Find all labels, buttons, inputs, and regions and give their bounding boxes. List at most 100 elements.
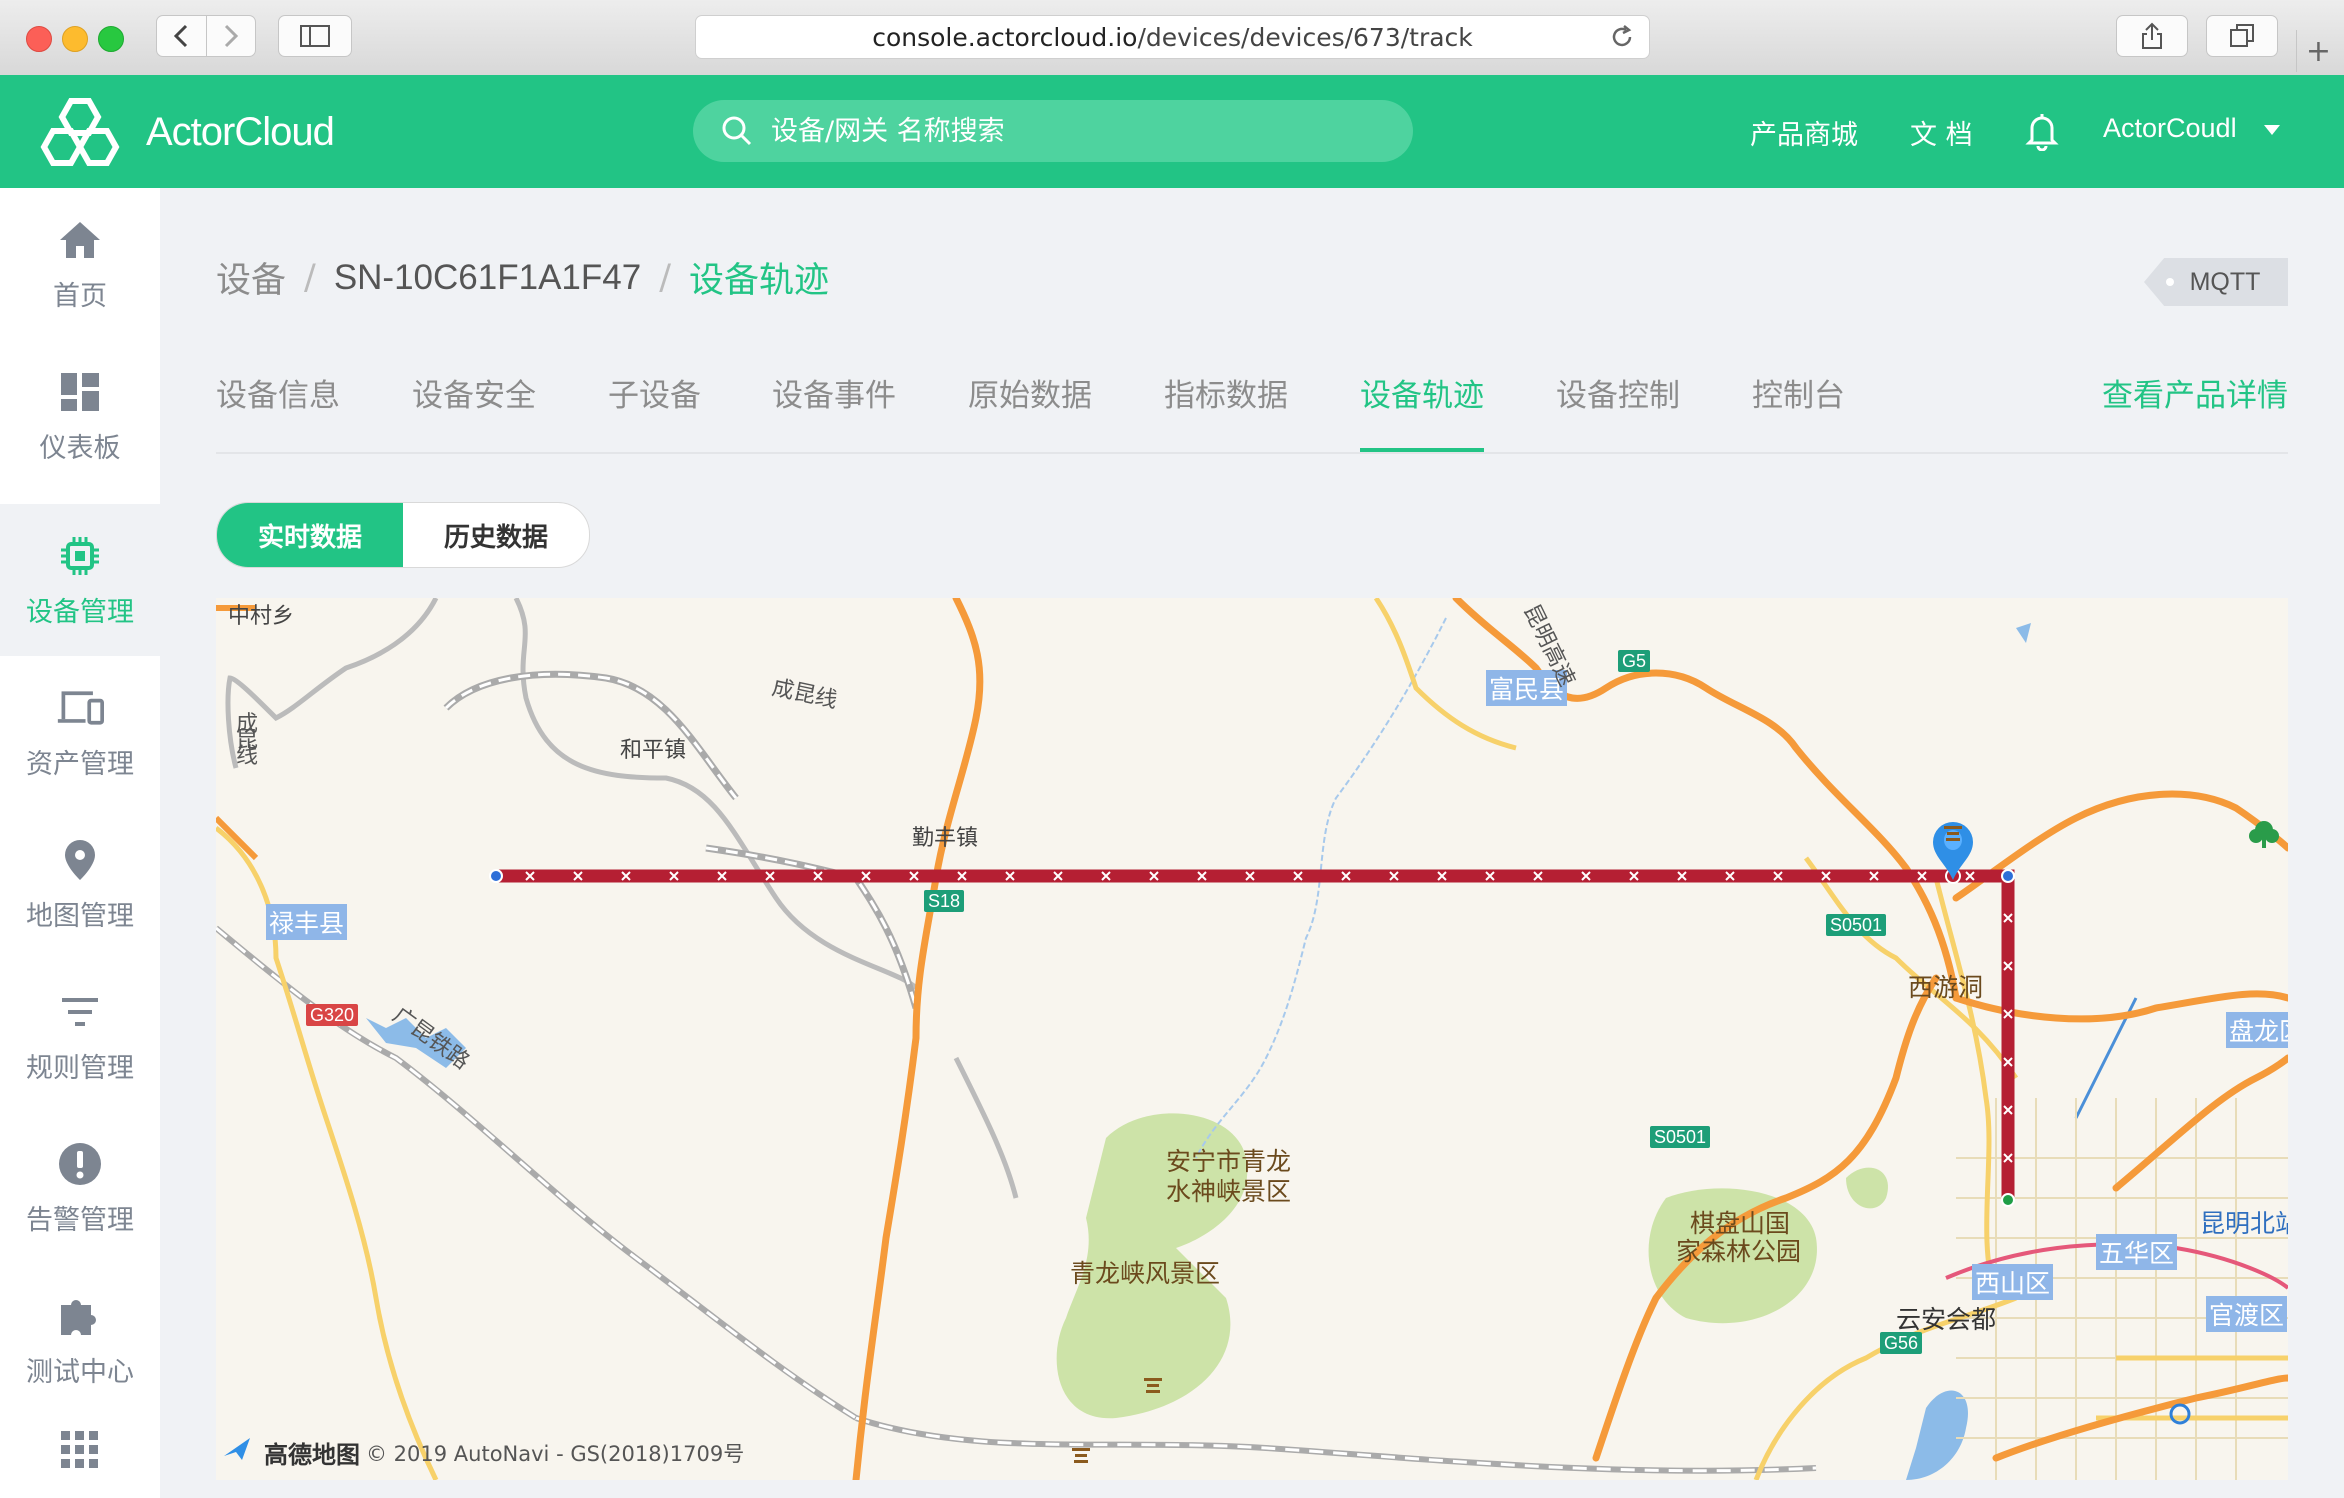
alert-icon — [59, 1142, 101, 1185]
forward-button[interactable] — [207, 16, 256, 56]
breadcrumb-current: 设备轨迹 — [689, 261, 830, 301]
map-label: 云安会都 — [1896, 1305, 1997, 1334]
tab-device-events[interactable]: 设备事件 — [772, 370, 896, 452]
share-icon — [2142, 22, 2162, 49]
chevron-right-icon — [224, 24, 238, 48]
sidebar: 首页 仪表板 设备管理 资产管理 地图管理 规则管理 告警管理 测试中心 — [0, 188, 160, 1498]
lake — [1906, 1390, 1968, 1480]
url-host: console.actorcloud.io — [872, 22, 1138, 52]
secondary-road — [216, 598, 2288, 1480]
reload-icon[interactable] — [1609, 24, 1635, 50]
sidebar-icon — [300, 25, 330, 47]
track-map[interactable]: 中村乡 和平镇 勤丰镇 富民县 禄丰县 西游洞 安宁市青龙 水神峡景区 青龙峡风… — [216, 598, 2288, 1480]
sidebar-item-more[interactable] — [0, 1416, 160, 1486]
map-label: 中村乡 — [228, 604, 295, 629]
share-button[interactable] — [2116, 15, 2188, 57]
search-input[interactable] — [769, 114, 1373, 148]
bell-icon[interactable] — [2024, 111, 2060, 151]
tab-metric-data[interactable]: 指标数据 — [1164, 370, 1288, 452]
tab-device-control[interactable]: 设备控制 — [1556, 370, 1680, 452]
sidebar-item-label: 资产管理 — [26, 748, 134, 780]
devices-icon — [57, 690, 104, 725]
sidebar-item-test-center[interactable]: 测试中心 — [0, 1264, 160, 1416]
logo[interactable]: ActorCloud — [38, 97, 335, 167]
tab-raw-data[interactable]: 原始数据 — [968, 370, 1092, 452]
address-bar[interactable]: console.actorcloud.io/devices/devices/67… — [695, 15, 1650, 59]
road-shield: S0501 — [1826, 914, 1887, 936]
home-icon — [60, 221, 100, 258]
chip-icon — [61, 536, 99, 575]
breadcrumb: 设备 / SN-10C61F1A1F47 / 设备轨迹 — [216, 252, 829, 303]
tab-device-security[interactable]: 设备安全 — [412, 370, 536, 452]
road-shield: S0501 — [1650, 1126, 1711, 1148]
product-store-link[interactable]: 产品商城 — [1750, 113, 1858, 152]
sidebar-item-device-management[interactable]: 设备管理 — [0, 504, 160, 656]
sidebar-item-label: 仪表板 — [39, 432, 121, 464]
chevron-left-icon — [174, 24, 188, 48]
breadcrumb-device-sn[interactable]: SN-10C61F1A1F47 — [334, 258, 641, 298]
track-corner-point[interactable] — [2001, 869, 2015, 883]
sidebar-item-map-management[interactable]: 地图管理 — [0, 808, 160, 960]
map-label: 禄丰县 — [266, 904, 348, 940]
protocol-label: MQTT — [2189, 267, 2261, 296]
track-end-point[interactable] — [2001, 1193, 2015, 1207]
map-label: 五华区 — [2096, 1234, 2178, 1270]
close-window-button[interactable] — [26, 26, 52, 52]
dashboard-icon — [61, 372, 99, 411]
history-data-option[interactable]: 历史数据 — [403, 503, 589, 567]
sidebar-item-label: 首页 — [53, 280, 107, 312]
data-mode-toggle: 实时数据 历史数据 — [216, 502, 590, 568]
search-icon — [722, 116, 752, 146]
river — [1195, 617, 1447, 1159]
sidebar-item-rule-management[interactable]: 规则管理 — [0, 960, 160, 1112]
sidebar-toggle-button[interactable] — [278, 15, 352, 57]
view-product-details-link[interactable]: 查看产品详情 — [2102, 370, 2288, 415]
tab-device-track[interactable]: 设备轨迹 — [1360, 370, 1484, 452]
back-button[interactable] — [157, 16, 207, 56]
history-nav — [156, 15, 256, 57]
breadcrumb-devices[interactable]: 设备 — [216, 252, 286, 303]
sidebar-item-asset-management[interactable]: 资产管理 — [0, 656, 160, 808]
docs-link[interactable]: 文 档 — [1910, 113, 1973, 152]
sidebar-item-label: 测试中心 — [26, 1356, 134, 1388]
apps-grid-icon — [61, 1431, 98, 1468]
sidebar-item-alert-management[interactable]: 告警管理 — [0, 1112, 160, 1264]
realtime-data-option[interactable]: 实时数据 — [217, 503, 403, 567]
zoom-window-button[interactable] — [98, 26, 124, 52]
tab-sub-devices[interactable]: 子设备 — [608, 370, 701, 452]
sidebar-item-label: 地图管理 — [26, 900, 134, 932]
tag-hole-icon — [2166, 278, 2174, 286]
minimize-window-button[interactable] — [62, 26, 88, 52]
highway — [216, 815, 259, 861]
sidebar-item-dashboard[interactable]: 仪表板 — [0, 340, 160, 492]
sidebar-item-home[interactable]: 首页 — [0, 188, 160, 340]
sidebar-item-label: 告警管理 — [26, 1204, 134, 1236]
protocol-tag: MQTT — [2144, 258, 2288, 306]
copyright-text: © 2019 AutoNavi - GS(2018)1709号 — [366, 1441, 745, 1466]
tab-console[interactable]: 控制台 — [1752, 370, 1845, 452]
track-start-point[interactable] — [489, 869, 503, 883]
road-shield: G56 — [1880, 1332, 1923, 1354]
map-label: 青龙峡风景区 — [1070, 1259, 1221, 1288]
url-path: /devices/devices/673/track — [1137, 22, 1473, 52]
map-label: 家森林公园 — [1676, 1237, 1802, 1266]
map-label: 昆明北站 — [2200, 1209, 2288, 1238]
user-menu[interactable]: ActorCoudl — [2103, 113, 2237, 144]
puzzle-icon — [61, 1299, 96, 1335]
map-label: 勤丰镇 — [912, 826, 979, 851]
breadcrumb-separator: / — [659, 257, 671, 298]
road-shield: G5 — [1618, 650, 1651, 672]
map-label: 西游洞 — [1908, 973, 1984, 1002]
tree-icon — [2249, 821, 2279, 848]
app-header: ActorCloud 产品商城 文 档 ActorCoudl — [0, 75, 2344, 188]
road-shield: S18 — [924, 890, 965, 912]
map-label: 官渡区 — [2206, 1296, 2288, 1332]
breadcrumb-separator: / — [304, 257, 316, 298]
tab-device-info[interactable]: 设备信息 — [216, 370, 340, 452]
map-label: 水神峡景区 — [1166, 1177, 1292, 1206]
chevron-down-icon[interactable] — [2264, 125, 2280, 135]
filter-icon — [62, 997, 98, 1026]
show-tabs-button[interactable] — [2206, 15, 2278, 57]
device-search — [693, 100, 1413, 162]
new-tab-button[interactable]: + — [2296, 30, 2340, 72]
